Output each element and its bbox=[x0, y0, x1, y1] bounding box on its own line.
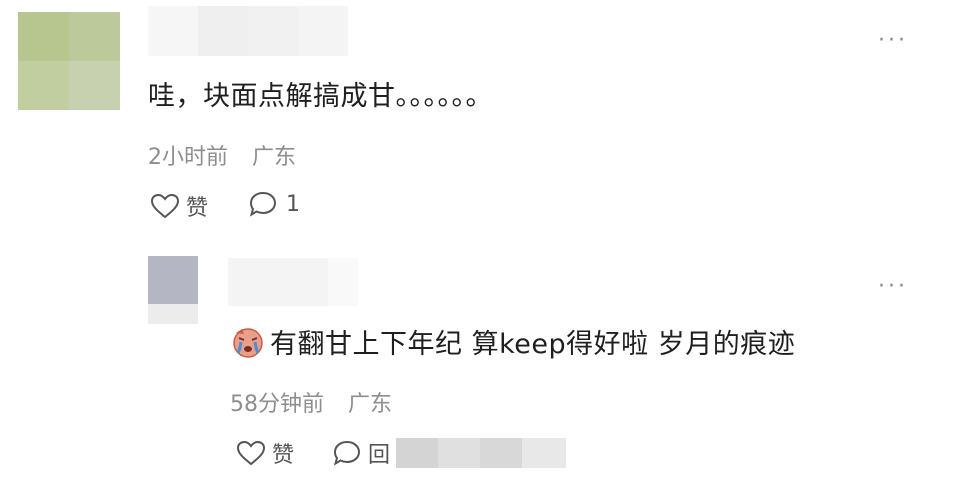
reply-text-row: 有翻甘上下年纪 算keep得好啦 岁月的痕迹 bbox=[230, 322, 795, 361]
reply-more-button[interactable]: ··· bbox=[878, 274, 908, 299]
reply-like-label: 赞 bbox=[272, 443, 295, 468]
reply-username[interactable] bbox=[228, 258, 358, 306]
more-button[interactable]: ··· bbox=[878, 28, 908, 53]
reply-like-button[interactable]: 赞 bbox=[236, 437, 294, 469]
heart-outline-icon bbox=[236, 440, 266, 466]
speech-bubble-icon bbox=[248, 190, 278, 218]
like-button[interactable]: 赞 bbox=[150, 190, 208, 222]
crying-face-emoji-icon bbox=[230, 325, 266, 359]
comment-time: 2小时前 bbox=[148, 145, 228, 170]
reply-button[interactable]: 1 bbox=[248, 190, 300, 218]
comment-meta: 2小时前 广东 bbox=[148, 139, 296, 171]
reply-time: 58分钟前 bbox=[230, 392, 324, 417]
speech-bubble-icon bbox=[332, 439, 362, 467]
reply-count: 1 bbox=[286, 191, 300, 217]
like-label: 赞 bbox=[186, 196, 209, 221]
watermark bbox=[396, 438, 566, 468]
reply-reply-button[interactable]: 回 bbox=[332, 437, 390, 469]
username[interactable] bbox=[148, 6, 348, 56]
reply-reply-label: 回 bbox=[368, 443, 391, 468]
reply-meta: 58分钟前 广东 bbox=[230, 386, 392, 418]
reply-location: 广东 bbox=[348, 392, 393, 417]
comment-location: 广东 bbox=[252, 145, 297, 170]
reply-avatar[interactable] bbox=[148, 256, 198, 324]
reply-text: 有翻甘上下年纪 算keep得好啦 岁月的痕迹 bbox=[270, 329, 796, 360]
comment-text: 哇，块面点解搞成甘。。。。。。 bbox=[148, 81, 493, 112]
avatar[interactable] bbox=[18, 12, 120, 110]
heart-outline-icon bbox=[150, 193, 180, 219]
